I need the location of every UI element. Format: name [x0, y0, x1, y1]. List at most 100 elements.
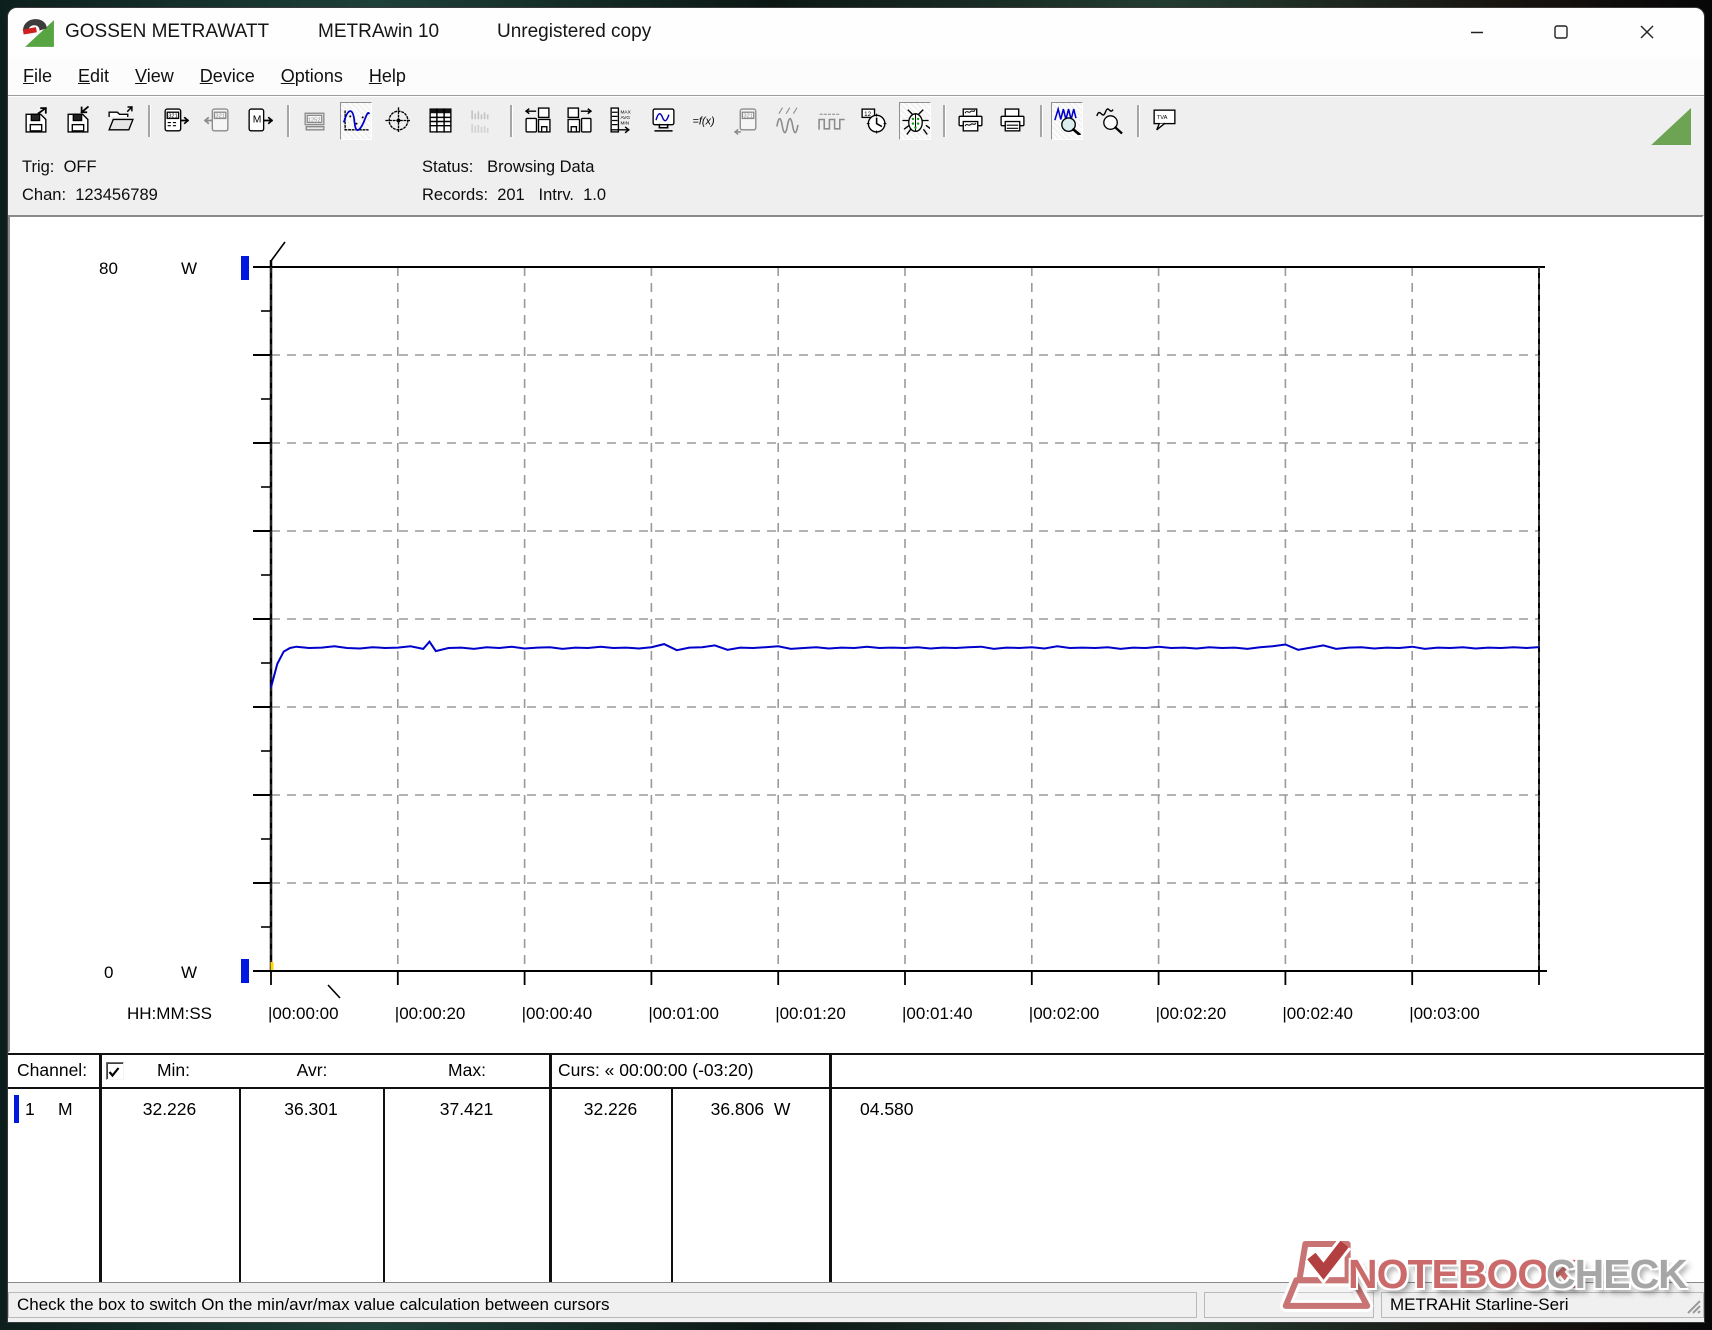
- zoom-signal-button[interactable]: [1051, 102, 1083, 140]
- svg-text:0: 0: [104, 963, 113, 982]
- table-header-avr: Avr:: [241, 1060, 383, 1081]
- channel-mode: M: [58, 1099, 73, 1120]
- statusbar-message-section: Check the box to switch On the min/avr/m…: [8, 1292, 1197, 1318]
- cursor1-value: 32.226: [550, 1099, 671, 1120]
- chart-yt-icon: [342, 106, 371, 135]
- wave-digital-button: [815, 102, 847, 140]
- records-label: Records:: [422, 186, 488, 204]
- table-divider: [829, 1055, 832, 1282]
- svg-text:321: 321: [168, 113, 178, 119]
- zoom-curve-button[interactable]: [1093, 102, 1125, 140]
- store-config-icon: [523, 106, 552, 135]
- print-icon: [998, 106, 1027, 135]
- device-numeric-button: 321: [731, 102, 763, 140]
- close-button[interactable]: [1616, 8, 1678, 56]
- memory-read-button[interactable]: M: [243, 102, 275, 140]
- cursor2-unit: W: [774, 1099, 791, 1119]
- minimize-button[interactable]: [1446, 8, 1508, 56]
- menu-item-edit[interactable]: Edit: [78, 66, 109, 87]
- formula-icon: =f(x): [691, 106, 720, 135]
- status-label: Status:: [422, 158, 473, 176]
- svg-text:|00:02:40: |00:02:40: [1282, 1004, 1353, 1023]
- comment-note-icon: TVA: [1150, 106, 1179, 135]
- svg-text:|00:02:00: |00:02:00: [1029, 1004, 1100, 1023]
- title-license-note: Unregistered copy: [497, 21, 651, 43]
- chart-xy-icon: [384, 106, 413, 135]
- monitor-live-button[interactable]: [647, 102, 679, 140]
- chart-panel: 80W0WHH:MM:SS|00:00:00|00:00:20|00:00:40…: [8, 215, 1704, 1053]
- cursor-delta-value: 04.580: [860, 1099, 914, 1120]
- save-export-button[interactable]: [20, 102, 52, 140]
- table-header-channel: Channel:: [17, 1060, 87, 1081]
- channel-number: 1: [25, 1099, 35, 1120]
- debug-bug-button[interactable]: [899, 102, 931, 140]
- toolbar-separator: [1137, 105, 1139, 137]
- svg-text:TVA: TVA: [1156, 115, 1167, 121]
- monitor-live-icon: [649, 106, 678, 135]
- svg-text:12: 12: [864, 111, 871, 118]
- metrawin-window: GOSSEN METRAWATT METRAwin 10 Unregistere…: [8, 8, 1704, 1322]
- svg-text:=f(x): =f(x): [692, 116, 714, 128]
- record-list-icon: MAXAVGMIN: [607, 106, 636, 135]
- chart-xy-button[interactable]: [382, 102, 414, 140]
- minimize-icon: [1470, 25, 1484, 39]
- timer-clock-button[interactable]: 12: [857, 102, 889, 140]
- menu-item-help[interactable]: Help: [369, 66, 406, 87]
- maximize-icon: [1554, 25, 1568, 39]
- table-header-min: Min:: [108, 1060, 239, 1081]
- svg-text:|00:03:00: |00:03:00: [1409, 1004, 1480, 1023]
- info-bar: Trig: OFF Chan: 123456789 Status: Browsi…: [8, 145, 1704, 215]
- trig-label: Trig:: [22, 158, 54, 176]
- load-config-button[interactable]: [563, 102, 595, 140]
- save-import-icon: [64, 106, 93, 135]
- chart-yt-button[interactable]: [340, 102, 372, 140]
- resize-grip-icon[interactable]: [1683, 1296, 1701, 1314]
- svg-text:MIN: MIN: [620, 121, 629, 127]
- statusbar-empty-section: [1204, 1292, 1374, 1318]
- toolbar-separator: [287, 105, 289, 137]
- menu-item-file[interactable]: File: [23, 66, 52, 87]
- svg-text:MAX: MAX: [620, 109, 631, 115]
- menu-item-device[interactable]: Device: [200, 66, 255, 87]
- open-file-button[interactable]: [104, 102, 136, 140]
- store-config-button[interactable]: [521, 102, 553, 140]
- menu-item-options[interactable]: Options: [281, 66, 343, 87]
- load-config-icon: [565, 106, 594, 135]
- record-list-button[interactable]: MAXAVGMIN: [605, 102, 637, 140]
- numeric-display-button: 1252: [298, 102, 330, 140]
- cursor2-value: 36.806 W: [671, 1099, 830, 1120]
- table-view-icon: [426, 106, 455, 135]
- numeric-display-icon: 1252: [300, 106, 329, 135]
- wave-analog-button: [773, 102, 805, 140]
- device-write-button: 321: [201, 102, 233, 140]
- comment-note-button[interactable]: TVA: [1148, 102, 1180, 140]
- print-button[interactable]: [996, 102, 1028, 140]
- svg-text:W: W: [181, 963, 197, 982]
- status-value: Browsing Data: [487, 158, 594, 176]
- zoom-curve-icon: [1095, 106, 1124, 135]
- svg-text:|00:01:40: |00:01:40: [902, 1004, 973, 1023]
- toolbar-separator: [943, 105, 945, 137]
- histogram-icon: [468, 106, 497, 135]
- device-read-icon: 321: [161, 106, 190, 135]
- chart-plot-area[interactable]: 80W0WHH:MM:SS|00:00:00|00:00:20|00:00:40…: [10, 217, 1702, 1051]
- chan-value: 123456789: [75, 186, 158, 204]
- save-export-icon: [22, 106, 51, 135]
- debug-bug-icon: [901, 106, 930, 135]
- menu-item-view[interactable]: View: [135, 66, 174, 87]
- min-value: 32.226: [100, 1099, 239, 1120]
- svg-text:321: 321: [215, 113, 225, 119]
- save-import-button[interactable]: [62, 102, 94, 140]
- device-read-button[interactable]: 321: [159, 102, 191, 140]
- svg-text:|00:00:20: |00:00:20: [395, 1004, 466, 1023]
- table-view-button[interactable]: [424, 102, 456, 140]
- toolbar-separator: [510, 105, 512, 137]
- formula-button[interactable]: =f(x): [689, 102, 721, 140]
- svg-text:|00:00:00: |00:00:00: [268, 1004, 339, 1023]
- title-bar: GOSSEN METRAWATT METRAwin 10 Unregistere…: [8, 8, 1704, 57]
- table-header-cursors: Curs: « 00:00:00 (-03:20): [558, 1060, 754, 1081]
- print-preview-button[interactable]: [954, 102, 986, 140]
- maximize-button[interactable]: [1530, 8, 1592, 56]
- title-app: METRAwin 10: [318, 21, 439, 43]
- toolbar: 321 321 M 1252 MAXAVGMIN =f(x) 321 12 TVA: [8, 95, 1704, 145]
